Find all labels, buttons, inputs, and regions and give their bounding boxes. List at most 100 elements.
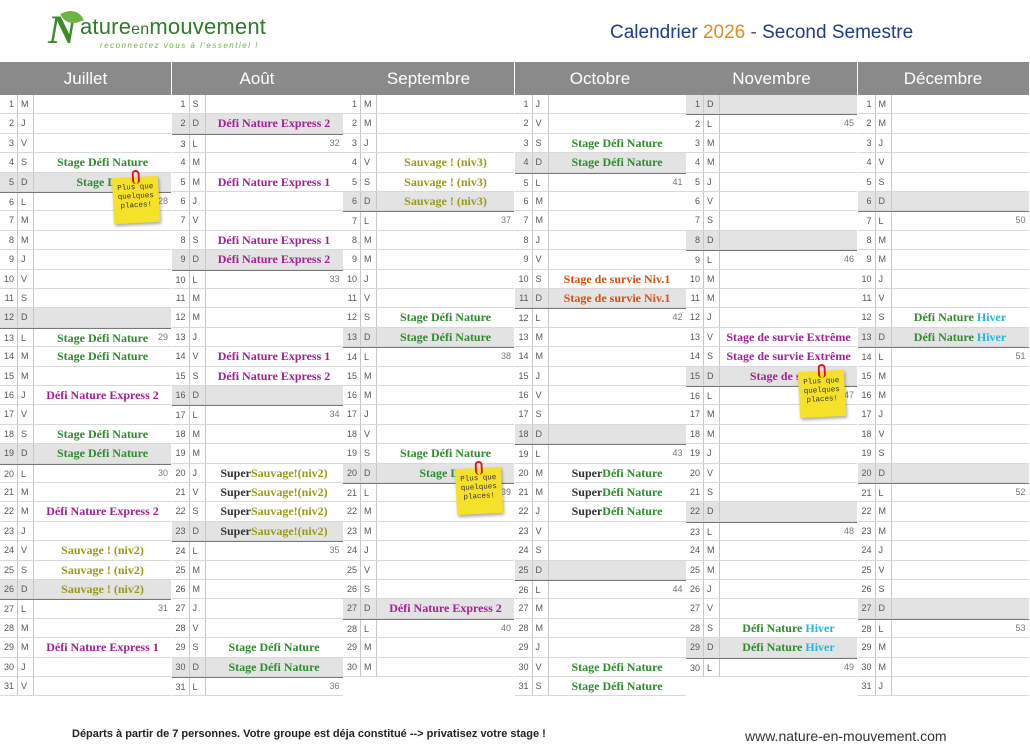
weekday-letter: L <box>704 387 720 405</box>
day-number: 9 <box>858 250 876 269</box>
event-label[interactable]: Stage Défi Nature <box>551 153 684 171</box>
day-number: 25 <box>515 560 533 579</box>
day-row: 19 M <box>171 444 343 464</box>
day-number: 9 <box>686 251 704 269</box>
weekday-letter: V <box>18 405 34 424</box>
week-number: 50 <box>1015 215 1026 226</box>
event-label[interactable]: Défi Nature Express 1 <box>208 347 341 365</box>
event-label[interactable]: Sauvage ! (niv2) <box>36 561 169 579</box>
event-label[interactable]: Stage de survie Extrême <box>722 328 855 346</box>
day-row: 29 S Stage Défi Nature <box>171 638 343 658</box>
event-label[interactable]: Sauvage ! (niv3) <box>379 173 512 191</box>
weekday-letter: J <box>18 386 34 405</box>
day-number: 15 <box>0 366 18 385</box>
event-label[interactable]: SuperSauvage!(niv2) <box>208 464 341 482</box>
weekday-letter: J <box>704 444 720 463</box>
event-label[interactable]: Défi Nature Express 2 <box>36 502 169 520</box>
event-label[interactable]: Stage Défi Nature <box>208 638 341 656</box>
event-label[interactable]: Défi Nature Express 2 <box>208 367 341 385</box>
event-label[interactable]: Sauvage ! (niv2) <box>36 580 169 598</box>
website-link[interactable]: www.nature-en-mouvement.com <box>745 728 947 744</box>
day-number: 11 <box>172 289 190 308</box>
day-row: 17 S <box>514 405 686 425</box>
day-row: 16 V <box>514 386 686 406</box>
event-label[interactable]: Stage Défi Nature <box>36 425 169 443</box>
day-number: 1 <box>343 95 361 114</box>
weekday-letter: L <box>18 328 34 347</box>
event-label[interactable]: SuperDéfi Nature <box>551 464 684 482</box>
day-row: 28 L 53 <box>857 618 1029 639</box>
event-label[interactable]: Défi Nature Hiver <box>894 308 1027 326</box>
weekday-letter: D <box>876 327 892 347</box>
event-label[interactable]: Défi Nature Hiver <box>722 638 855 656</box>
event-label[interactable]: Stage Défi Nature <box>36 153 169 171</box>
weekday-letter: D <box>18 580 34 599</box>
day-row: 13 M <box>514 327 686 348</box>
weekday-letter: L <box>704 658 720 676</box>
day-row: 16 M <box>343 386 514 406</box>
event-label[interactable]: Stage Défi Nature <box>379 328 512 346</box>
event-label[interactable]: Sauvage ! (niv2) <box>36 541 169 559</box>
day-row: 15 M <box>0 366 171 386</box>
weekday-letter: M <box>533 327 549 347</box>
week-number: 41 <box>672 176 683 187</box>
weekday-letter: M <box>190 153 206 172</box>
day-row: 28 V <box>171 618 343 639</box>
event-label[interactable]: Stage de survie Niv.1 <box>551 289 684 307</box>
event-label[interactable]: Défi Nature Express 2 <box>208 250 341 268</box>
event-label[interactable]: SuperDéfi Nature <box>551 502 684 520</box>
event-label[interactable]: Défi Nature Express 2 <box>36 386 169 404</box>
event-label[interactable]: Défi Nature Hiver <box>722 619 855 637</box>
event-label[interactable]: Défi Nature Express 2 <box>208 114 341 132</box>
event-label[interactable]: SuperDéfi Nature <box>551 483 684 501</box>
event-label[interactable]: SuperSauvage!(niv2) <box>208 522 341 540</box>
day-row: 22 M Défi Nature Express 2 <box>0 502 171 522</box>
event-label[interactable]: Stage Défi Nature <box>551 134 684 152</box>
weekday-letter: M <box>361 657 377 676</box>
weekday-letter: M <box>876 366 892 385</box>
day-number: 27 <box>0 600 18 618</box>
day-row: 29 J <box>514 638 686 658</box>
event-label[interactable]: Stage Défi Nature <box>208 658 341 676</box>
day-row: 27 M <box>514 599 686 619</box>
event-label[interactable]: Sauvage ! (niv3) <box>379 153 512 171</box>
day-number: 2 <box>0 114 18 133</box>
event-label[interactable]: Sauvage ! (niv3) <box>379 192 512 210</box>
weekday-letter: M <box>704 560 720 579</box>
weekday-letter: S <box>876 308 892 327</box>
weekday-letter: V <box>704 599 720 618</box>
day-row: 22 S SuperSauvage!(niv2) <box>171 502 343 522</box>
weekday-letter: M <box>190 172 206 191</box>
day-number: 2 <box>343 114 361 133</box>
event-label[interactable]: Stage Défi Nature <box>36 347 169 365</box>
event-label[interactable]: Stage Défi Nature <box>551 658 684 676</box>
day-row: 15 J <box>514 366 686 386</box>
day-row: 1D <box>686 95 857 115</box>
event-label[interactable]: Stage Défi Nature <box>379 308 512 326</box>
event-label[interactable]: Défi Nature Express 1 <box>208 231 341 249</box>
event-label[interactable]: Défi Nature Hiver <box>894 328 1027 346</box>
day-number: 17 <box>343 405 361 424</box>
event-label[interactable]: Défi Nature Express 1 <box>208 173 341 191</box>
day-number: 1 <box>515 95 533 114</box>
day-row: 31 S Stage Défi Nature <box>514 677 686 697</box>
weekday-letter: M <box>361 638 377 657</box>
event-label[interactable]: Défi Nature Express 1 <box>36 638 169 656</box>
weekday-letter: L <box>190 542 206 560</box>
event-label[interactable]: SuperSauvage!(niv2) <box>208 483 341 501</box>
event-label[interactable]: Stage Défi Nature <box>379 444 512 462</box>
pin-icon <box>131 169 141 184</box>
day-row: 12 S Défi Nature Hiver <box>857 308 1029 328</box>
event-label[interactable]: Stage de survie Extrême <box>722 347 855 365</box>
event-label[interactable]: Stage de survie Niv.1 <box>551 270 684 288</box>
day-row: 18 V <box>343 424 514 445</box>
event-label[interactable]: Stage Défi Nature <box>36 329 169 346</box>
event-label[interactable]: Défi Nature Express 2 <box>379 599 512 617</box>
day-number: 8 <box>172 230 190 250</box>
event-label[interactable]: Stage Défi Nature <box>551 677 684 695</box>
event-label[interactable]: SuperSauvage!(niv2) <box>208 502 341 520</box>
day-row: 19 S <box>857 444 1029 464</box>
event-label[interactable]: Stage Défi Nature <box>36 444 169 462</box>
weekday-letter: D <box>18 308 34 327</box>
day-number: 5 <box>858 172 876 191</box>
